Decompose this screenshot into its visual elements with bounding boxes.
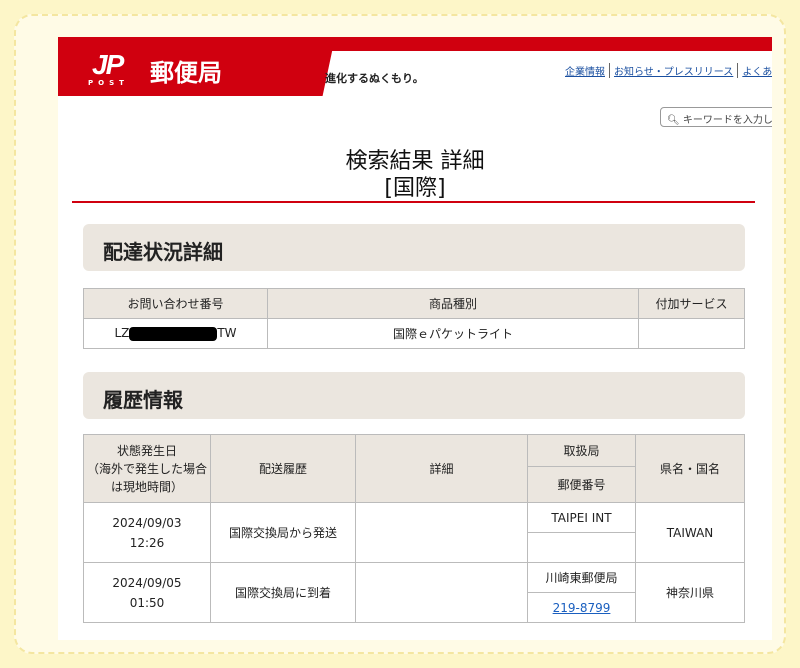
event-detail [355,562,528,623]
search-input[interactable]: 🔍︎ キーワードを入力し [660,107,772,127]
search-placeholder: キーワードを入力し [682,115,772,126]
delivery-heading: 配達状況詳細 [83,224,745,271]
event-datetime: 2024/09/03 12:26 [83,502,211,563]
history-heading: 履歴情報 [83,372,745,419]
col-postal: 郵便番号 [527,466,636,503]
event-region: TAIWAN [635,502,745,563]
search-icon: 🔍︎ [667,115,680,126]
col-detail: 詳細 [355,434,528,503]
logo-post-text: POST [88,79,129,87]
col-status: 配送履歴 [210,434,356,503]
header-links: 企業情報 お知らせ・プレスリリース よくあ [561,63,772,78]
web-page: JP POST 郵便局 進化するぬくもり。 企業情報 お知らせ・プレスリリース … [58,37,772,640]
logo-area[interactable]: JP POST 郵便局 [58,37,298,96]
col-region: 県名・国名 [635,434,745,503]
logo-name: 郵便局 [150,59,222,87]
jp-post-logo: JP [92,49,124,80]
delivery-table: お問い合わせ番号 商品種別 付加サービス LZ TW 国際ｅパケットライト [83,288,745,349]
redacted-block [129,326,218,341]
col-product: 商品種別 [267,288,639,319]
history-table: 状態発生日 （海外で発生した場合は現地時間） 配送履歴 詳細 取扱局 県名・国名… [83,434,745,623]
event-postal [527,532,636,563]
col-date: 状態発生日 （海外で発生した場合は現地時間） [83,434,211,503]
postal-code-link[interactable]: 219-8799 [553,601,611,615]
col-service: 付加サービス [638,288,745,319]
tagline: 進化するぬくもり。 [325,72,424,85]
col-office: 取扱局 [527,434,636,467]
extra-service [638,318,745,349]
divider [72,201,755,203]
event-postal: 219-8799 [527,592,636,623]
link-corporate[interactable]: 企業情報 [561,63,610,78]
table-row: LZ TW 国際ｅパケットライト [83,318,745,349]
link-news[interactable]: お知らせ・プレスリリース [610,63,739,78]
link-faq[interactable]: よくあ [738,63,772,78]
event-datetime: 2024/09/05 01:50 [83,562,211,623]
product-type: 国際ｅパケットライト [267,318,639,349]
event-status: 国際交換局に到着 [210,562,356,623]
event-detail [355,502,528,563]
event-office: TAIPEI INT [527,502,636,533]
page-subtitle: [国際] [384,176,446,201]
tracking-number: LZ TW [83,318,268,349]
event-office: 川崎東郵便局 [527,562,636,593]
table-row: 2024/09/03 12:26 国際交換局から発送 TAIPEI INT TAI… [83,502,745,563]
event-region: 神奈川県 [635,562,745,623]
table-row: 2024/09/05 01:50 国際交換局に到着 川崎東郵便局 神奈川県 [83,562,745,623]
col-tracking: お問い合わせ番号 [83,288,268,319]
event-status: 国際交換局から発送 [210,502,356,563]
